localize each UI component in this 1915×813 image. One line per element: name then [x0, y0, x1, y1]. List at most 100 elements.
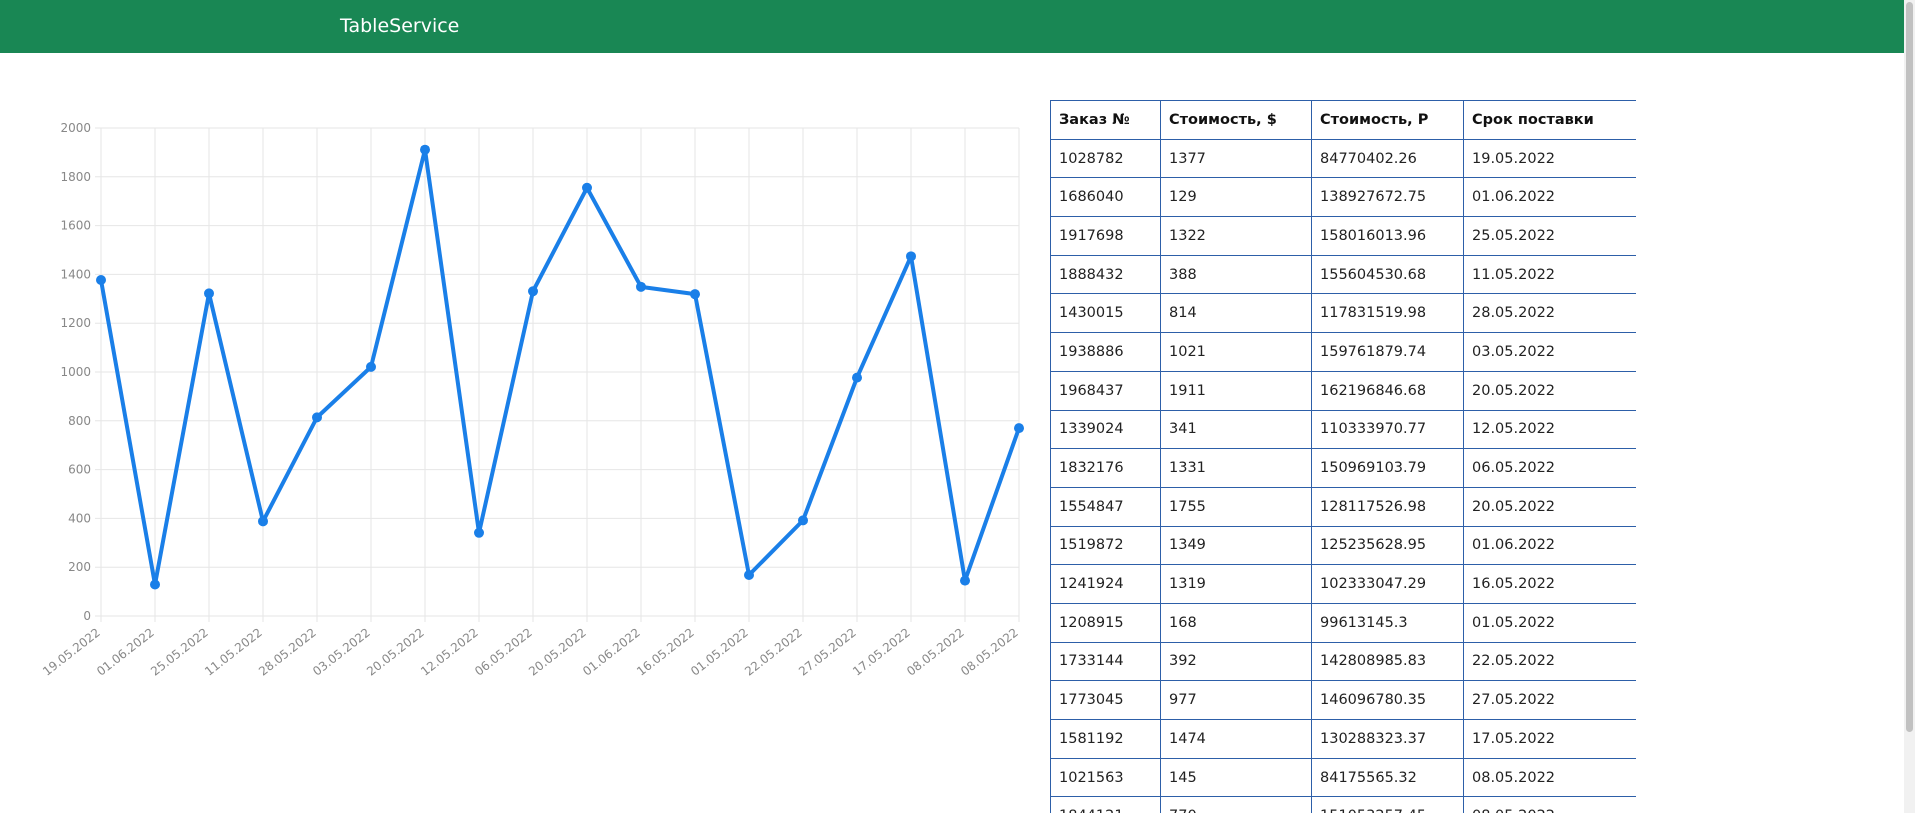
table-row: 1208915 168 99613145.3 01.05.2022 [1050, 602, 1636, 643]
table-cell-order-number: 1430015 [1050, 293, 1161, 334]
y-tick-label: 600 [68, 463, 91, 477]
table-row: 1733144 392 142808985.83 22.05.2022 [1050, 641, 1636, 682]
table-cell-cost-usd: 1319 [1160, 564, 1312, 604]
table-row: 1832176 1331 150969103.79 06.05.2022 [1050, 448, 1636, 488]
table-cell-order-number: 1028782 [1050, 138, 1161, 179]
x-tick-label: 17.05.2022 [850, 625, 913, 678]
table-row: 1554847 1755 128117526.98 20.05.2022 [1050, 486, 1636, 527]
table-cell-delivery-date: 20.05.2022 [1463, 370, 1636, 411]
table-header-row: Заказ № Стоимость, $ Стоимость, Р Срок пост… [1050, 100, 1636, 140]
x-tick-label: 03.05.2022 [310, 625, 373, 678]
table-cell-cost-usd: 1755 [1160, 486, 1312, 527]
table-cell-cost-rub: 150969103.79 [1311, 448, 1464, 488]
column-header-cost-rub: Стоимость, Р [1311, 100, 1464, 140]
table-cell-cost-usd: 1331 [1160, 448, 1312, 488]
x-tick-label: 12.05.2022 [418, 625, 481, 678]
table-cell-cost-usd: 1377 [1160, 138, 1312, 179]
table-cell-delivery-date: 01.06.2022 [1463, 177, 1636, 218]
line-chart: 0 200 400 600 800 1000 1200 1400 1600 1800 2000 19.… [0, 100, 1030, 690]
page-scrollbar[interactable] [1904, 0, 1915, 813]
scrollbar-thumb[interactable] [1906, 2, 1913, 732]
table-cell-cost-rub: 128117526.98 [1311, 486, 1464, 527]
table-cell-delivery-date: 12.05.2022 [1463, 409, 1636, 450]
navbar: TableService [0, 0, 1904, 53]
x-tick-label: 01.06.2022 [580, 625, 643, 678]
data-point [420, 144, 430, 155]
table-cell-cost-rub: 158016013.96 [1311, 216, 1464, 256]
navbar-brand[interactable]: TableService [340, 14, 459, 38]
table-cell-cost-rub: 102333047.29 [1311, 564, 1464, 604]
y-tick-label: 2000 [60, 121, 91, 135]
data-point [798, 515, 808, 526]
table-cell-cost-rub: 84770402.26 [1311, 138, 1464, 179]
orders-table: Заказ № Стоимость, $ Стоимость, Р Срок пост… [1050, 100, 1636, 813]
table-cell-order-number: 1339024 [1050, 409, 1161, 450]
table-cell-order-number: 1241924 [1050, 564, 1161, 604]
table-cell-delivery-date: 20.05.2022 [1463, 486, 1636, 527]
x-tick-label: 01.06.2022 [94, 625, 157, 678]
table-cell-cost-rub: 146096780.35 [1311, 680, 1464, 720]
data-point [906, 251, 916, 262]
table-cell-cost-usd: 814 [1160, 293, 1312, 334]
y-tick-label: 400 [68, 511, 91, 525]
table-cell-delivery-date: 27.05.2022 [1463, 680, 1636, 720]
column-header-delivery-date: Срок поставки [1463, 100, 1636, 140]
table-cell-order-number: 1581192 [1050, 719, 1161, 759]
data-point [690, 289, 700, 300]
data-point [960, 575, 970, 586]
table-cell-delivery-date: 19.05.2022 [1463, 138, 1636, 179]
table-row: 1917698 1322 158016013.96 25.05.2022 [1050, 216, 1636, 256]
x-tick-label: 08.05.2022 [904, 625, 967, 678]
table-cell-cost-usd: 1349 [1160, 525, 1312, 566]
data-point [744, 570, 754, 581]
table-row: 1844121770151053257.4508.05.2022 [1050, 796, 1636, 813]
chart-svg: 0 200 400 600 800 1000 1200 1400 1600 1800 2000 19.… [40, 121, 1024, 679]
data-point [258, 516, 268, 527]
x-tick-label: 19.05.2022 [40, 625, 103, 678]
table-row: 1028782 1377 84770402.26 19.05.2022 [1050, 138, 1636, 179]
table-cell-cost-usd: 977 [1160, 680, 1312, 720]
table-cell-cost-usd: 145 [1160, 757, 1312, 798]
x-tick-label: 22.05.2022 [742, 625, 805, 678]
table-row: 1581192 1474 130288323.37 17.05.2022 [1050, 719, 1636, 759]
table-cell-order-number: 1773045 [1050, 680, 1161, 720]
data-point [96, 275, 106, 286]
table-cell-cost-rub: 99613145.3 [1311, 602, 1464, 643]
data-point [1014, 423, 1024, 434]
table-cell-order-number: 1208915 [1050, 602, 1161, 643]
data-point [528, 286, 538, 297]
y-tick-label: 1000 [60, 365, 91, 379]
y-tick-label: 200 [68, 560, 91, 574]
table-cell-cost-rub: 84175565.32 [1311, 757, 1464, 798]
x-tick-label: 27.05.2022 [796, 625, 859, 678]
table-cell-order-number: 1917698 [1050, 216, 1161, 256]
table-cell-cost-usd: 770 [1160, 796, 1312, 813]
table-cell-cost-rub: 117831519.98 [1311, 293, 1464, 334]
x-tick-label: 11.05.2022 [202, 625, 265, 678]
column-header-order-number: Заказ № [1050, 100, 1161, 140]
table-cell-cost-usd: 1021 [1160, 332, 1312, 372]
table-cell-cost-usd: 129 [1160, 177, 1312, 218]
table-row: 1430015 814 117831519.98 28.05.2022 [1050, 293, 1636, 334]
table-cell-order-number: 1968437 [1050, 370, 1161, 411]
table-row: 1938886 1021 159761879.74 03.05.2022 [1050, 332, 1636, 372]
table-cell-delivery-date: 06.05.2022 [1463, 448, 1636, 488]
data-point [852, 372, 862, 383]
y-tick-label: 0 [83, 609, 91, 623]
table-cell-cost-usd: 388 [1160, 254, 1312, 295]
table-cell-order-number: 1844121 [1050, 796, 1161, 813]
orders-table-container: Заказ № Стоимость, $ Стоимость, Р Срок пост… [1050, 100, 1636, 813]
table-cell-cost-rub: 151053257.45 [1311, 796, 1464, 813]
table-cell-cost-rub: 125235628.95 [1311, 525, 1464, 566]
table-cell-delivery-date: 25.05.2022 [1463, 216, 1636, 256]
x-tick-label: 06.05.2022 [472, 625, 535, 678]
table-cell-order-number: 1021563 [1050, 757, 1161, 798]
table-row: 1773045 977 146096780.35 27.05.2022 [1050, 680, 1636, 720]
table-cell-delivery-date: 01.06.2022 [1463, 525, 1636, 566]
table-cell-delivery-date: 22.05.2022 [1463, 641, 1636, 682]
x-tick-label: 16.05.2022 [634, 625, 697, 678]
table-row: 1968437 1911 162196846.68 20.05.2022 [1050, 370, 1636, 411]
data-point [636, 281, 646, 292]
table-cell-order-number: 1832176 [1050, 448, 1161, 488]
data-point [150, 579, 160, 590]
